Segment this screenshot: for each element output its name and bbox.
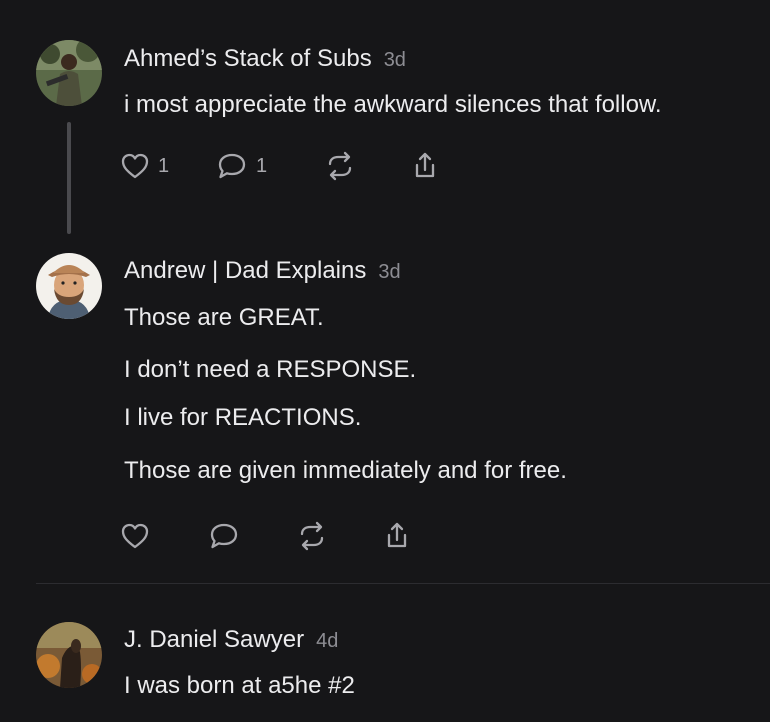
author-name[interactable]: Ahmed’s Stack of Subs [124, 45, 372, 73]
comment-text: Those are given immediately and for free… [124, 457, 567, 484]
share-button[interactable] [382, 520, 412, 552]
restack-button[interactable] [296, 521, 382, 551]
like-count: 1 [158, 154, 170, 177]
reply-button[interactable] [208, 521, 296, 551]
comment-actions: 1 1 [120, 146, 440, 186]
timestamp[interactable]: 4d [316, 630, 338, 653]
heart-icon [120, 152, 150, 180]
comment-header: Andrew | Dad Explains 3d [124, 257, 401, 289]
share-icon [410, 150, 440, 182]
thread-line [67, 122, 71, 234]
avatar[interactable] [36, 622, 102, 688]
author-name[interactable]: J. Daniel Sawyer [124, 626, 304, 654]
restack-icon [296, 521, 328, 551]
share-button[interactable] [410, 150, 440, 182]
comment-text: Those are GREAT. [124, 304, 324, 331]
like-button[interactable] [120, 522, 208, 550]
comment-text: I was born at a5he #2 [124, 672, 355, 699]
timestamp[interactable]: 3d [384, 49, 406, 72]
speech-bubble-icon [216, 151, 248, 181]
reply-count: 1 [256, 154, 268, 177]
like-button[interactable]: 1 [120, 152, 216, 180]
avatar[interactable] [36, 253, 102, 319]
heart-icon [120, 522, 150, 550]
reply-button[interactable]: 1 [216, 151, 324, 181]
comment-text: I don’t need a RESPONSE. [124, 356, 417, 383]
restack-button[interactable] [324, 151, 410, 181]
avatar[interactable] [36, 40, 102, 106]
divider [36, 583, 770, 584]
restack-icon [324, 151, 356, 181]
comment-header: J. Daniel Sawyer 4d [124, 626, 338, 658]
comment-header: Ahmed’s Stack of Subs 3d [124, 45, 406, 77]
share-icon [382, 520, 412, 552]
author-name[interactable]: Andrew | Dad Explains [124, 257, 366, 285]
comment-actions [120, 516, 412, 556]
speech-bubble-icon [208, 521, 240, 551]
comment-text: i most appreciate the awkward silences t… [124, 91, 662, 118]
comment-text: I live for REACTIONS. [124, 404, 362, 431]
timestamp[interactable]: 3d [378, 261, 400, 284]
